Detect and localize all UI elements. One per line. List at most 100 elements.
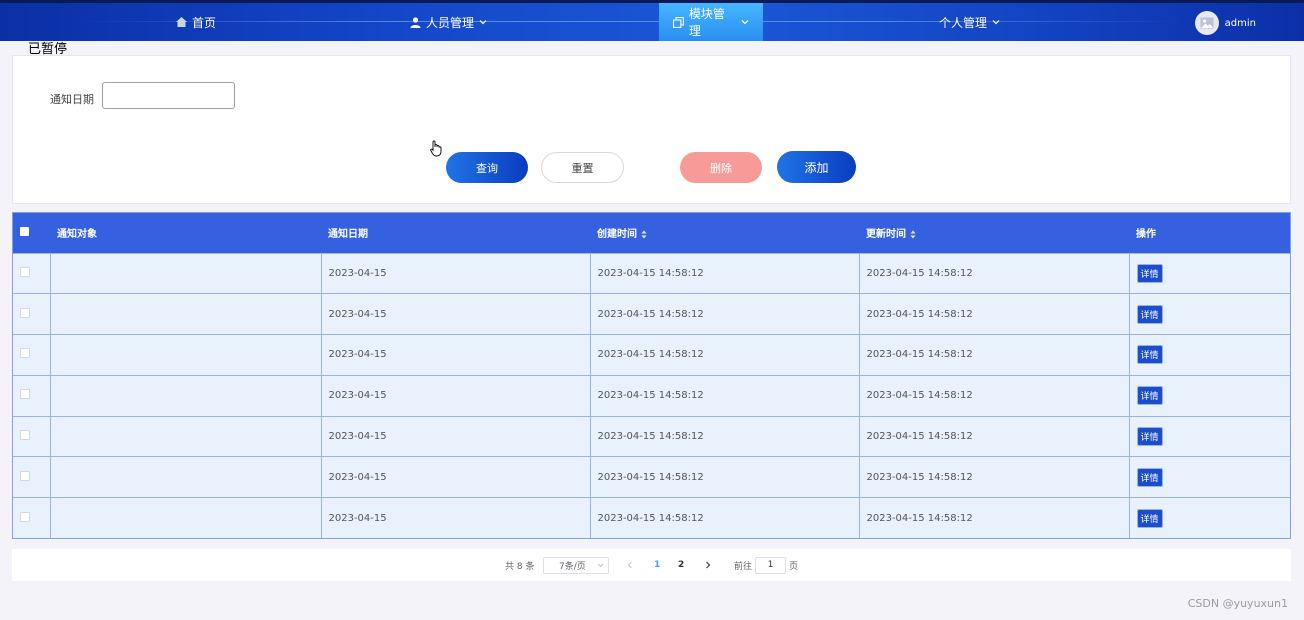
delete-button[interactable]: 删除 bbox=[680, 152, 762, 183]
chevron-down-icon bbox=[992, 20, 1000, 25]
prev-page-icon[interactable] bbox=[627, 561, 633, 569]
reset-button[interactable]: 重置 bbox=[541, 152, 624, 183]
table-row: 2023-04-15 2023-04-15 14:58:12 2023-04-15 … bbox=[13, 456, 1290, 498]
row-checkbox[interactable] bbox=[20, 389, 30, 400]
nav-home-label: 首页 bbox=[192, 15, 217, 30]
query-button[interactable]: 查询 bbox=[446, 152, 528, 183]
notice-date-label: 通知日期 bbox=[50, 93, 94, 106]
page-1[interactable]: 1 bbox=[654, 549, 660, 581]
updated-header-label: 更新时间 bbox=[866, 229, 906, 241]
row-select-cell bbox=[13, 456, 51, 498]
notice-date-input[interactable] bbox=[102, 82, 235, 109]
sort-icon[interactable] bbox=[910, 230, 916, 239]
row-checkbox[interactable] bbox=[20, 511, 30, 522]
target-cell bbox=[50, 415, 322, 457]
detail-button[interactable]: 详情 bbox=[1136, 304, 1163, 324]
table-header-row: 通知对象 通知日期 创建时间 更新时间 操作 bbox=[13, 213, 1290, 253]
copy-icon bbox=[673, 16, 684, 28]
column-header-date: 通知日期 bbox=[328, 229, 368, 241]
notice-table: 通知对象 通知日期 创建时间 更新时间 操作 2023-04-15 2023-04… bbox=[12, 212, 1291, 539]
nav-home[interactable]: 首页 bbox=[176, 3, 216, 41]
updated-cell: 2023-04-15 14:58:12 bbox=[859, 252, 1130, 294]
created-cell: 2023-04-15 14:58:12 bbox=[590, 293, 860, 335]
add-button[interactable]: 添加 bbox=[777, 151, 856, 183]
created-cell: 2023-04-15 14:58:12 bbox=[590, 374, 860, 417]
created-cell: 2023-04-15 14:58:12 bbox=[590, 456, 860, 498]
column-header-actions: 操作 bbox=[1136, 229, 1156, 241]
actions-cell: 详情 bbox=[1129, 293, 1290, 335]
column-header-created[interactable]: 创建时间 bbox=[590, 213, 859, 253]
hand-cursor-icon bbox=[430, 140, 442, 157]
nav-personnel-label: 人员管理 bbox=[426, 15, 475, 30]
detail-button[interactable]: 详情 bbox=[1136, 263, 1163, 283]
created-cell: 2023-04-15 14:58:12 bbox=[590, 415, 860, 457]
sort-icon[interactable] bbox=[641, 230, 647, 239]
user-menu[interactable]: admin bbox=[1194, 11, 1256, 35]
row-checkbox[interactable] bbox=[20, 307, 30, 318]
actions-cell: 详情 bbox=[1129, 497, 1290, 538]
created-cell: 2023-04-15 14:58:12 bbox=[590, 334, 860, 376]
actions-cell: 详情 bbox=[1129, 252, 1290, 294]
table-row: 2023-04-15 2023-04-15 14:58:12 2023-04-15 … bbox=[13, 497, 1290, 538]
row-select-cell bbox=[13, 252, 51, 294]
detail-button[interactable]: 详情 bbox=[1136, 427, 1163, 447]
date-cell: 2023-04-15 bbox=[321, 456, 591, 498]
goto-page-input[interactable]: 1 bbox=[755, 556, 786, 574]
chevron-down-icon bbox=[479, 20, 487, 25]
page-size-select[interactable]: 7条/页 bbox=[543, 556, 609, 574]
updated-cell: 2023-04-15 14:58:12 bbox=[859, 374, 1130, 417]
paused-overlay-text: 已暂停 bbox=[28, 42, 68, 57]
actions-cell: 详情 bbox=[1129, 374, 1290, 417]
nav-personnel-management[interactable]: 人员管理 bbox=[410, 3, 487, 41]
avatar bbox=[1194, 11, 1219, 35]
actions-cell: 详情 bbox=[1129, 456, 1290, 498]
row-checkbox[interactable] bbox=[20, 430, 30, 441]
chevron-down-icon bbox=[741, 20, 749, 25]
created-cell: 2023-04-15 14:58:12 bbox=[590, 252, 860, 294]
total-count: 共 8 条 bbox=[505, 561, 535, 572]
nav-personal-label: 个人管理 bbox=[939, 15, 988, 30]
target-cell bbox=[50, 497, 322, 538]
nav-modules-label: 模块管理 bbox=[688, 7, 725, 38]
table-row: 2023-04-15 2023-04-15 14:58:12 2023-04-15 … bbox=[13, 334, 1290, 376]
row-select-cell bbox=[13, 497, 51, 538]
detail-button[interactable]: 详情 bbox=[1136, 508, 1163, 528]
nav-module-management[interactable]: 模块管理 bbox=[659, 3, 763, 41]
row-checkbox[interactable] bbox=[20, 348, 30, 359]
actions-cell: 详情 bbox=[1129, 334, 1290, 376]
table-row: 2023-04-15 2023-04-15 14:58:12 2023-04-15 … bbox=[13, 415, 1290, 457]
created-header-label: 创建时间 bbox=[597, 229, 637, 241]
updated-cell: 2023-04-15 14:58:12 bbox=[859, 334, 1130, 376]
table-row: 2023-04-15 2023-04-15 14:58:12 2023-04-15 … bbox=[13, 252, 1290, 294]
goto-label: 前往 bbox=[734, 561, 753, 572]
column-header-updated[interactable]: 更新时间 bbox=[859, 213, 1129, 253]
date-cell: 2023-04-15 bbox=[321, 415, 591, 457]
next-page-icon[interactable] bbox=[705, 561, 711, 569]
select-all-checkbox[interactable] bbox=[20, 226, 29, 236]
target-cell bbox=[50, 334, 322, 376]
row-checkbox[interactable] bbox=[20, 266, 30, 277]
row-select-cell bbox=[13, 415, 51, 457]
detail-button[interactable]: 详情 bbox=[1136, 345, 1163, 365]
row-checkbox[interactable] bbox=[20, 470, 30, 481]
image-icon bbox=[1200, 17, 1214, 29]
target-cell bbox=[50, 293, 322, 335]
column-header-target: 通知对象 bbox=[57, 229, 97, 241]
table-row: 2023-04-15 2023-04-15 14:58:12 2023-04-15 … bbox=[13, 374, 1290, 417]
nav-personal-management[interactable]: 个人管理 bbox=[939, 3, 1000, 41]
page-2[interactable]: 2 bbox=[678, 549, 684, 581]
username: admin bbox=[1224, 17, 1256, 29]
date-cell: 2023-04-15 bbox=[321, 334, 591, 376]
date-cell: 2023-04-15 bbox=[321, 293, 591, 335]
updated-cell: 2023-04-15 14:58:12 bbox=[859, 456, 1130, 498]
updated-cell: 2023-04-15 14:58:12 bbox=[859, 415, 1130, 457]
table-row: 2023-04-15 2023-04-15 14:58:12 2023-04-15 … bbox=[13, 293, 1290, 335]
search-panel: 通知日期 查询 重置 删除 添加 bbox=[12, 55, 1291, 204]
row-select-cell bbox=[13, 374, 51, 417]
page-size-value: 7条/页 bbox=[559, 561, 586, 572]
detail-button[interactable]: 详情 bbox=[1136, 386, 1163, 406]
updated-cell: 2023-04-15 14:58:12 bbox=[859, 293, 1130, 335]
detail-button[interactable]: 详情 bbox=[1136, 467, 1163, 487]
select-all-header bbox=[13, 213, 50, 253]
page-suffix: 页 bbox=[789, 561, 799, 572]
